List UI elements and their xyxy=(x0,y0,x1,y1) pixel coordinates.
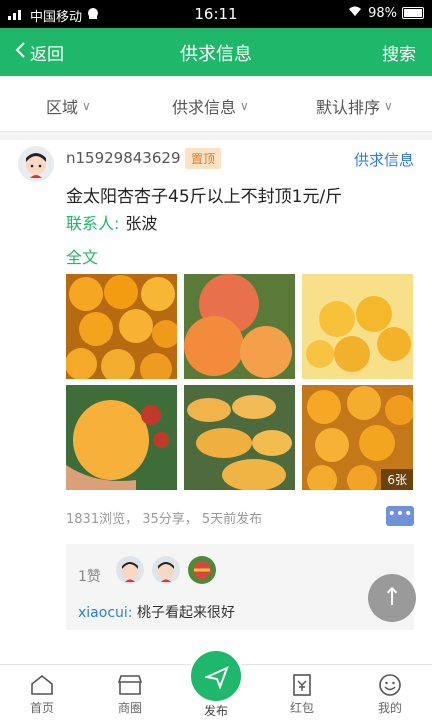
smile-icon xyxy=(360,671,420,699)
chevron-down-icon: ∨ xyxy=(384,99,393,113)
photo-6[interactable]: 6张 xyxy=(302,385,413,490)
contact-name: 张波 xyxy=(125,214,158,233)
filter-sort-label: 默认排序 xyxy=(316,98,381,117)
scroll-to-top-button[interactable]: ↑ xyxy=(368,574,416,622)
home-icon xyxy=(12,671,72,699)
fulltext-link[interactable]: 全文 xyxy=(66,244,98,268)
avatar[interactable] xyxy=(18,146,54,182)
nav-bar: 返回 供求信息 搜索 xyxy=(0,28,432,76)
avatar[interactable] xyxy=(188,556,216,584)
avatar[interactable] xyxy=(116,556,144,584)
filter-region[interactable]: 区域 ∨ xyxy=(46,94,91,118)
search-button[interactable]: 搜索 xyxy=(382,40,416,65)
post-type-link[interactable]: 供求信息 xyxy=(354,149,414,170)
more-options-button[interactable]: ••• xyxy=(386,506,414,526)
filter-region-label: 区域 xyxy=(46,98,79,117)
shop-icon xyxy=(100,671,160,699)
tab-redpacket-label: 红包 xyxy=(289,701,314,715)
comment-item: xiaocui: 桃子看起来很好 xyxy=(78,602,235,622)
tab-mine-label: 我的 xyxy=(377,701,402,715)
publish-label: 发布 xyxy=(203,704,228,718)
avatar[interactable] xyxy=(152,556,180,584)
pinned-badge: 置顶 xyxy=(185,148,222,169)
filter-category-label: 供求信息 xyxy=(172,98,237,117)
tab-mall-label: 商圈 xyxy=(117,701,142,715)
post-title: 金太阳杏杏子45斤以上不封顶1元/斤 xyxy=(66,187,343,207)
comment-box: 1赞 xiaocui: 桃子看起来很好 xyxy=(66,544,414,630)
tab-home-label: 首页 xyxy=(29,701,54,715)
filter-category[interactable]: 供求信息 ∨ xyxy=(172,94,249,118)
filter-bar: 区域 ∨ 供求信息 ∨ 默认排序 ∨ xyxy=(0,76,432,132)
photo-5[interactable] xyxy=(184,385,295,490)
battery-icon xyxy=(402,7,424,19)
post-card: n15929843629 置顶 供求信息 金太阳杏杏子45斤以上不封顶1元/斤 … xyxy=(0,140,432,646)
status-bar: 中国移动 16:11 98% xyxy=(0,0,432,28)
page-title: 供求信息 xyxy=(180,44,252,65)
comment-user[interactable]: xiaocui: xyxy=(78,605,133,621)
photo-grid: 6张 xyxy=(66,274,414,490)
redpacket-icon xyxy=(272,671,332,699)
chevron-down-icon: ∨ xyxy=(240,99,249,113)
battery-percent: 98% xyxy=(368,5,397,21)
filter-sort[interactable]: 默认排序 ∨ xyxy=(316,94,393,118)
contact-label: 联系人: xyxy=(66,214,120,233)
ellipsis-icon: ••• xyxy=(387,506,413,522)
photo-count: 6张 xyxy=(381,469,413,490)
tab-mine[interactable]: 我的 xyxy=(360,671,420,716)
wifi-icon xyxy=(347,5,363,21)
tab-redpacket[interactable]: 红包 xyxy=(272,671,332,716)
like-count: 1赞 xyxy=(78,569,101,585)
tab-mall[interactable]: 商圈 xyxy=(100,671,160,716)
photo-2[interactable] xyxy=(184,274,295,379)
post-stats: 1831浏览， 35分享， 5天前发布 xyxy=(66,512,263,527)
post-username[interactable]: n15929843629 xyxy=(66,149,181,167)
photo-1[interactable] xyxy=(66,274,177,379)
chevron-down-icon: ∨ xyxy=(82,99,91,113)
tab-home[interactable]: 首页 xyxy=(12,671,72,716)
send-icon xyxy=(203,665,229,693)
divider xyxy=(0,132,432,140)
photo-4[interactable] xyxy=(66,385,177,490)
arrow-up-icon: ↑ xyxy=(381,583,403,611)
comment-text: 桃子看起来很好 xyxy=(136,605,235,621)
status-right: 98% xyxy=(347,5,424,21)
contact-line: 联系人: 张波 xyxy=(66,210,157,234)
photo-3[interactable] xyxy=(302,274,413,379)
publish-button[interactable] xyxy=(188,648,244,704)
